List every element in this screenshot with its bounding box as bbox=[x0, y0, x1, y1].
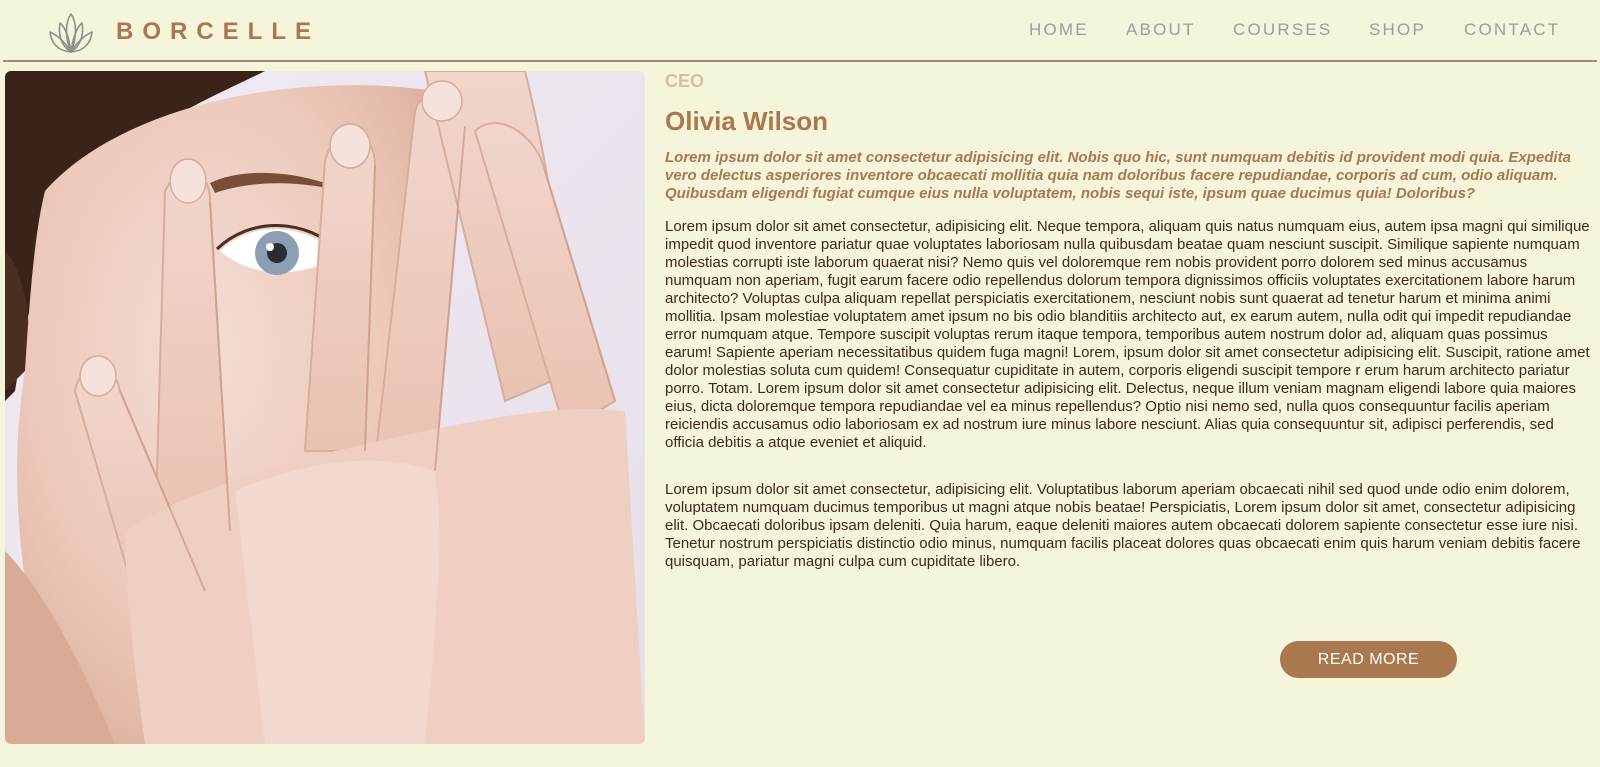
nav-shop[interactable]: SHOP bbox=[1369, 20, 1426, 40]
header-divider bbox=[3, 60, 1597, 62]
profile-name: Olivia Wilson bbox=[665, 106, 829, 136]
profile-paragraph-2: Lorem ipsum dolor sit amet consectetur, … bbox=[665, 481, 1581, 570]
main-nav: HOME ABOUT COURSES SHOP CONTACT bbox=[0, 20, 1600, 44]
profile-content: CEO Olivia Wilson Lorem ipsum dolor sit … bbox=[665, 70, 1595, 571]
nav-home[interactable]: HOME bbox=[1029, 20, 1089, 40]
profile-paragraph-1: Lorem ipsum dolor sit amet consectetur, … bbox=[665, 218, 1590, 451]
nav-contact[interactable]: CONTACT bbox=[1464, 20, 1560, 40]
profile-role: CEO bbox=[665, 71, 705, 91]
profile-lead: Lorem ipsum dolor sit amet consectetur a… bbox=[665, 149, 1571, 202]
profile-photo bbox=[5, 71, 645, 744]
nav-about[interactable]: ABOUT bbox=[1126, 20, 1196, 40]
nav-courses[interactable]: COURSES bbox=[1233, 20, 1332, 40]
read-more-button[interactable]: READ MORE bbox=[1280, 641, 1457, 678]
site-header: BORCELLE HOME ABOUT COURSES SHOP CONTACT bbox=[0, 0, 1600, 62]
portrait-photo bbox=[5, 71, 645, 744]
